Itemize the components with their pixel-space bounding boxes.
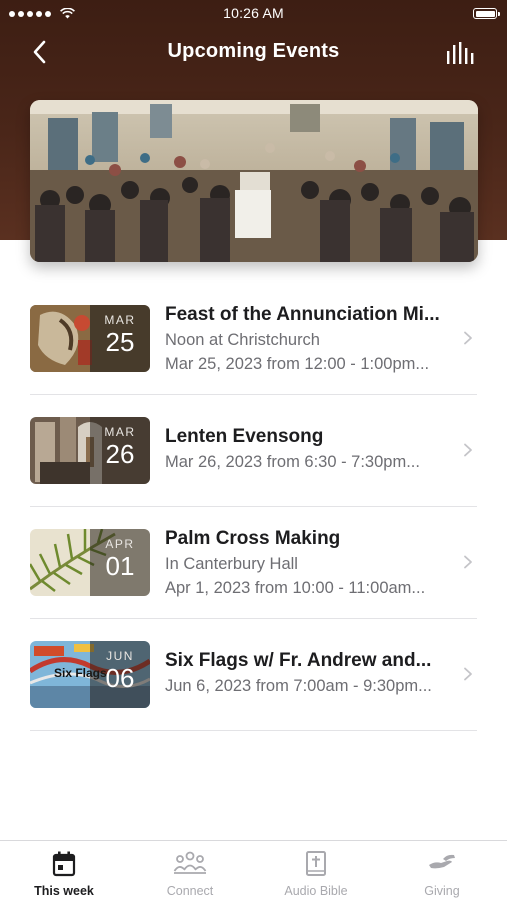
event-thumbnail: Six Flags JUN 06 — [30, 641, 150, 708]
events-list: MAR 25 Feast of the Annunciation Mi... N… — [30, 283, 477, 731]
date-badge: MAR 26 — [90, 417, 150, 484]
event-day: 06 — [105, 663, 135, 693]
navigation-bar: Upcoming Events — [0, 30, 507, 74]
event-time: Mar 25, 2023 from 12:00 - 1:00pm... — [165, 355, 430, 373]
tab-giving[interactable]: Giving — [379, 841, 505, 901]
event-title: Palm Cross Making — [165, 528, 341, 549]
list-item[interactable]: MAR 25 Feast of the Annunciation Mi... N… — [30, 283, 477, 395]
event-day: 25 — [105, 327, 135, 357]
giving-hand-icon — [429, 854, 455, 869]
event-month: APR — [105, 537, 135, 551]
event-location: Noon at Christchurch — [165, 331, 320, 349]
date-badge: MAR 25 — [90, 305, 150, 372]
audio-button[interactable] — [446, 41, 476, 65]
tab-audio-bible[interactable]: Audio Bible — [253, 841, 379, 901]
date-badge: APR 01 — [90, 529, 150, 596]
congregation-photo — [30, 100, 478, 262]
chevron-right-icon — [464, 443, 472, 457]
chevron-right-icon — [464, 555, 472, 569]
date-badge: JUN 06 — [90, 641, 150, 708]
audio-bars-icon — [447, 42, 474, 64]
event-day: 26 — [105, 439, 135, 469]
status-time: 10:26 AM — [223, 5, 284, 21]
event-month: MAR — [104, 425, 136, 439]
calendar-icon — [52, 851, 76, 877]
event-thumbnail: MAR 26 — [30, 417, 150, 484]
tab-label: Giving — [424, 884, 460, 898]
tab-bar: This week Connect Audio Bible Giving — [0, 840, 507, 901]
event-title: Lenten Evensong — [165, 426, 324, 447]
people-icon — [173, 851, 207, 874]
tab-label: Connect — [166, 884, 214, 898]
event-day: 01 — [105, 551, 135, 581]
event-thumbnail: MAR 25 — [30, 305, 150, 372]
event-month: MAR — [104, 313, 136, 327]
event-location: In Canterbury Hall — [165, 555, 298, 573]
event-time: Mar 26, 2023 from 6:30 - 7:30pm... — [165, 453, 420, 471]
status-bar: 10:26 AM — [0, 0, 507, 28]
list-item[interactable]: MAR 26 Lenten Evensong Mar 26, 2023 from… — [30, 395, 477, 507]
event-time: Apr 1, 2023 from 10:00 - 11:00am... — [165, 579, 426, 597]
tab-connect[interactable]: Connect — [127, 841, 253, 901]
bible-icon — [306, 851, 326, 876]
chevron-right-icon — [464, 667, 472, 681]
hero-image[interactable] — [30, 100, 478, 262]
tab-label: This week — [34, 884, 94, 898]
list-item[interactable]: Six Flags JUN 06 Six Flags w/ Fr. Andrew… — [30, 619, 477, 731]
page-title: Upcoming Events — [167, 40, 340, 62]
chevron-right-icon — [464, 331, 472, 345]
event-title: Six Flags w/ Fr. Andrew and... — [165, 650, 432, 671]
tab-label: Audio Bible — [284, 884, 348, 898]
event-title: Feast of the Annunciation Mi... — [165, 304, 440, 325]
event-month: JUN — [106, 649, 134, 663]
event-thumbnail: APR 01 — [30, 529, 150, 596]
battery-icon — [473, 8, 500, 19]
list-item[interactable]: APR 01 Palm Cross Making In Canterbury H… — [30, 507, 477, 619]
event-time: Jun 6, 2023 from 7:00am - 9:30pm... — [165, 677, 432, 695]
tab-this-week[interactable]: This week — [1, 841, 127, 901]
